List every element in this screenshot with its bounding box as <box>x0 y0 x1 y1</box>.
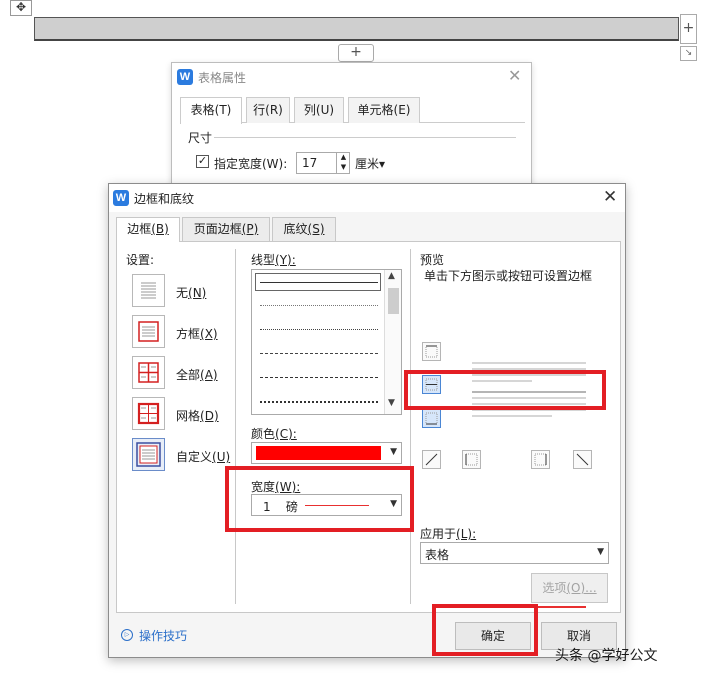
width-spinner[interactable]: ▲ ▼ <box>336 152 350 174</box>
tab-bar: 边框(B) 页面边框(P) 底纹(S) <box>116 217 621 242</box>
preset-all-label[interactable]: 全部(A) <box>176 366 218 383</box>
preset-custom-button[interactable] <box>132 438 165 471</box>
highlight-ok-button <box>432 604 538 656</box>
chevron-down-icon: ▼ <box>597 547 604 557</box>
width-checkbox[interactable]: ✓ <box>196 155 209 168</box>
diagonal-up-border-button[interactable] <box>422 450 441 469</box>
close-icon[interactable]: ✕ <box>603 187 617 207</box>
size-section-label: 尺寸 <box>188 131 213 145</box>
diagonal-up-border-icon <box>425 453 438 466</box>
scroll-thumb[interactable] <box>388 288 399 314</box>
apply-to-dropdown[interactable]: 表格 ▼ <box>420 542 609 564</box>
left-border-icon <box>465 453 478 466</box>
line-style-dotted-fine[interactable] <box>260 305 378 306</box>
section-divider <box>214 137 516 138</box>
unit-select[interactable]: 厘米▾ <box>355 155 385 172</box>
right-border-button[interactable] <box>531 450 550 469</box>
apply-to-label: 应用于(L): <box>420 527 477 541</box>
column-divider <box>410 249 411 604</box>
preset-none-label[interactable]: 无(N) <box>176 284 206 301</box>
tab-table[interactable]: 表格(T) <box>180 97 242 124</box>
borders-shading-dialog: W 边框和底纹 ✕ 边框(B) 页面边框(P) 底纹(S) 设置: 无(N) 方… <box>108 183 626 658</box>
top-border-button[interactable] <box>422 342 441 361</box>
settings-label: 设置: <box>126 253 155 267</box>
table-move-handle-icon[interactable]: ✥ <box>10 0 32 16</box>
borders-panel: 设置: 无(N) 方框(X) 全部(A) 网格(D) 自定义(U) 线型(Y):… <box>116 241 621 613</box>
preview-text-line <box>472 415 552 417</box>
add-column-button[interactable]: + <box>680 14 697 44</box>
add-row-button[interactable]: + <box>338 44 374 62</box>
line-style-list[interactable]: ▲ ▼ <box>251 269 402 415</box>
custom-border-icon <box>136 442 161 467</box>
tab-borders[interactable]: 边框(B) <box>116 217 180 242</box>
grid-border-icon <box>137 402 160 425</box>
right-border-icon <box>534 453 547 466</box>
preview-text-line <box>472 362 586 364</box>
document-table-row[interactable] <box>34 17 679 41</box>
tab-shading[interactable]: 底纹(S) <box>272 217 336 241</box>
no-border-icon <box>141 282 156 299</box>
tab-bar: 表格(T) 行(R) 列(U) 单元格(E) <box>180 97 525 124</box>
width-label: 指定宽度(W): <box>214 157 288 171</box>
preset-none-button[interactable] <box>132 274 165 307</box>
options-button[interactable]: 选项(O)... <box>531 573 608 603</box>
bottom-border-button[interactable] <box>422 409 441 428</box>
preset-custom-label[interactable]: 自定义(U) <box>176 448 230 465</box>
line-style-label: 线型(Y): <box>251 253 296 267</box>
line-style-dash-dot-dot[interactable] <box>260 401 378 403</box>
wps-app-icon: W <box>113 190 129 206</box>
tab-page-border[interactable]: 页面边框(P) <box>182 217 270 241</box>
line-style-solid[interactable] <box>260 282 378 283</box>
preset-box-button[interactable] <box>132 315 165 348</box>
dialog-titlebar: W 边框和底纹 ✕ <box>109 184 625 212</box>
bottom-border-icon <box>425 412 438 425</box>
play-icon[interactable]: ▷ <box>121 629 133 641</box>
highlight-width-field <box>225 466 414 532</box>
preset-grid-label[interactable]: 网格(D) <box>176 407 219 424</box>
tab-row[interactable]: 行(R) <box>246 97 290 123</box>
highlight-inside-border <box>404 370 606 410</box>
chevron-down-icon: ▼ <box>390 447 397 457</box>
line-style-dash-dot[interactable] <box>260 377 378 378</box>
box-border-icon <box>138 321 159 342</box>
apply-to-value: 表格 <box>425 548 450 562</box>
dialog-title: 表格属性 <box>198 71 247 85</box>
color-swatch <box>256 446 381 460</box>
scroll-up-icon[interactable]: ▲ <box>388 271 395 281</box>
tab-column[interactable]: 列(U) <box>294 97 344 123</box>
wps-app-icon: W <box>177 69 193 85</box>
top-border-icon <box>425 345 438 358</box>
tab-cell[interactable]: 单元格(E) <box>348 97 420 123</box>
line-style-dotted[interactable] <box>260 329 378 330</box>
color-dropdown[interactable]: ▼ <box>251 442 402 464</box>
table-resize-handle-icon[interactable]: ↘ <box>680 46 697 61</box>
column-divider <box>235 249 236 604</box>
diagonal-down-border-icon <box>576 453 589 466</box>
color-label: 颜色(C): <box>251 427 297 441</box>
preview-hint: 单击下方图示或按钮可设置边框 <box>424 269 593 283</box>
scroll-down-icon[interactable]: ▼ <box>388 398 395 408</box>
watermark-text: 头条 @学好公文 <box>555 648 658 664</box>
diagonal-down-border-button[interactable] <box>573 450 592 469</box>
line-style-dashed[interactable] <box>260 353 378 354</box>
preset-grid-button[interactable] <box>132 397 165 430</box>
line-style-scrollbar[interactable]: ▲ ▼ <box>384 270 401 414</box>
dialog-title: 边框和底纹 <box>134 192 195 206</box>
close-icon[interactable]: ✕ <box>508 66 521 85</box>
table-properties-dialog: W 表格属性 ✕ 表格(T) 行(R) 列(U) 单元格(E) 尺寸 ✓ 指定宽… <box>171 62 532 192</box>
all-borders-icon <box>138 362 159 383</box>
preset-box-label[interactable]: 方框(X) <box>176 325 218 342</box>
preset-all-button[interactable] <box>132 356 165 389</box>
tips-link[interactable]: 操作技巧 <box>139 627 187 644</box>
preview-label: 预览 <box>420 253 445 267</box>
left-border-button[interactable] <box>462 450 481 469</box>
